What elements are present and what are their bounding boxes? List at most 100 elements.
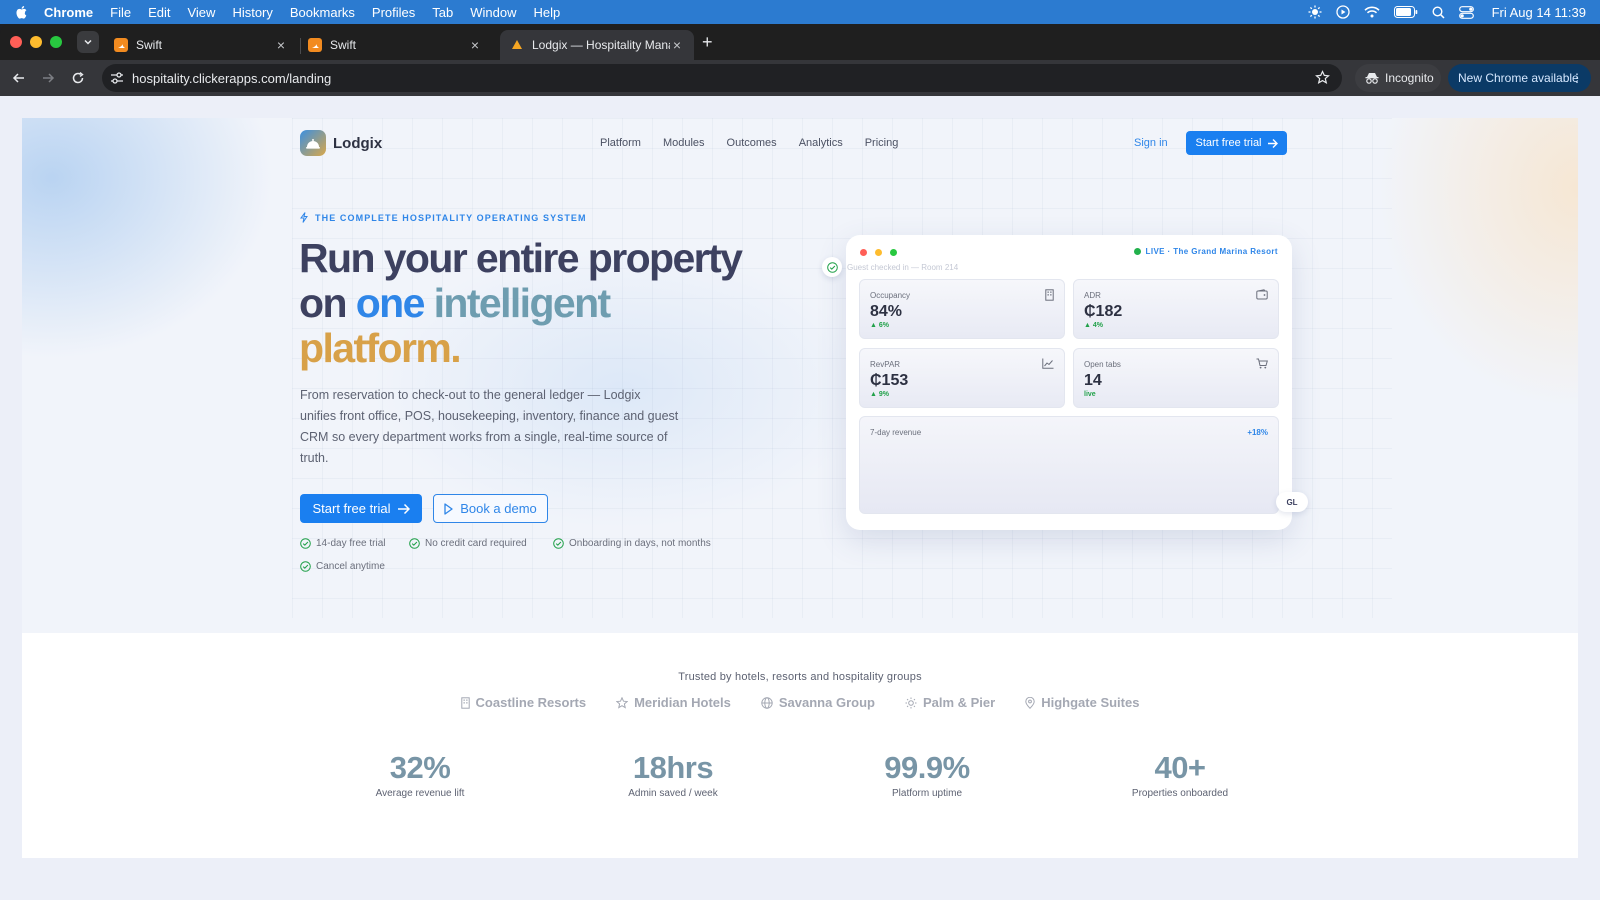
activity-toast: Guest checked in — Room 214 [822,257,958,277]
tab-search-button[interactable] [77,31,99,53]
stat-value: 99.9% [884,750,970,785]
check-circle-icon [822,257,842,277]
brand-name: Coastline Resorts [475,695,587,710]
chevron-down-icon [84,39,92,45]
headline-platform: platform. [299,325,462,371]
browser-tab[interactable]: Swift × [298,30,492,60]
check-circle-icon [409,538,420,549]
nav-link-pricing[interactable]: Pricing [865,137,899,149]
check-circle-icon [300,561,311,572]
stat-label: Admin saved / week [628,788,718,799]
update-chrome-label: New Chrome available [1458,71,1579,85]
swift-favicon-icon [308,38,322,52]
window-minimize-button[interactable] [30,36,42,48]
menu-tab[interactable]: Tab [432,5,453,20]
back-button[interactable] [9,68,29,88]
menu-help[interactable]: Help [534,5,561,20]
hero-eyebrow: THE COMPLETE HOSPITALITY OPERATING SYSTE… [300,212,587,223]
tab-close-icon[interactable]: × [274,37,288,53]
swift-favicon-icon [114,38,128,52]
headline-line-1: Run your entire property [299,235,743,281]
kpi-delta: ▲ 9% [870,391,889,398]
menu-window[interactable]: Window [470,5,516,20]
start-trial-button[interactable]: Start free trial [300,494,422,523]
start-trial-label: Start free trial [312,501,391,516]
sign-in-link[interactable]: Sign in [1134,137,1168,149]
nav-start-trial-button[interactable]: Start free trial [1186,131,1287,155]
menu-bookmarks[interactable]: Bookmarks [290,5,355,20]
brand-logo: Savanna Group [761,695,875,710]
nav-link-platform[interactable]: Platform [600,137,641,149]
perk-item: 14-day free trial [300,538,385,549]
nav-link-analytics[interactable]: Analytics [799,137,843,149]
spotlight-search-icon[interactable] [1432,5,1445,19]
perk-label: Cancel anytime [316,561,385,572]
site-settings-icon[interactable] [110,72,124,84]
update-chrome-button[interactable]: New Chrome available ⋮ [1448,64,1591,92]
kpi-value: ₵182 [1084,303,1123,320]
stat-label: Average revenue lift [375,788,465,799]
menu-view[interactable]: View [187,5,215,20]
menubar-clock[interactable]: Fri Aug 14 11:39 [1492,5,1586,20]
preview-window-dot [890,249,897,256]
stat-value: 40+ [1154,750,1206,785]
kpi-card-revpar: RevPAR ₵153 ▲ 9% [859,348,1065,408]
browser-tab[interactable]: Swift × [104,30,298,60]
window-close-button[interactable] [10,36,22,48]
brand-logo: Palm & Pier [905,695,995,710]
play-circle-icon[interactable] [1335,5,1350,19]
gl-chip: GL [1276,492,1308,512]
new-tab-button[interactable]: + [702,32,713,53]
tab-close-icon[interactable]: × [670,37,684,53]
kpi-delta: ▲ 4% [1084,322,1103,329]
site-nav: Lodgix Platform Modules Outcomes Analyti… [300,130,1287,160]
bookmark-star-icon[interactable] [1315,70,1330,85]
menu-file[interactable]: File [110,5,131,20]
nav-start-trial-label: Start free trial [1195,137,1262,149]
nav-links: Platform Modules Outcomes Analytics Pric… [600,137,898,149]
nav-link-outcomes[interactable]: Outcomes [727,137,777,149]
trust-title: Trusted by hotels, resorts and hospitali… [678,671,922,683]
wallet-icon [1256,289,1268,300]
menu-history[interactable]: History [232,5,272,20]
menu-edit[interactable]: Edit [148,5,170,20]
browser-tab-active[interactable]: Lodgix — Hospitality Manager × [500,30,694,60]
more-menu-icon[interactable]: ⋮ [1571,71,1583,85]
kpi-delta: live [1084,391,1096,398]
brand-name: Highgate Suites [1041,695,1140,710]
kpi-value: 14 [1084,372,1102,389]
brand-logo: Highgate Suites [1025,695,1139,710]
play-icon [444,502,453,515]
perk-label: No credit card required [425,538,527,549]
reload-button[interactable] [68,68,88,88]
brightness-icon[interactable] [1308,5,1322,19]
control-center-icon[interactable] [1458,5,1474,19]
address-bar[interactable]: hospitality.clickerapps.com/landing [102,64,1342,92]
macos-menubar: Chrome File Edit View History Bookmarks … [0,0,1600,24]
perk-label: Onboarding in days, not months [569,538,711,549]
brand-name: Savanna Group [778,695,875,710]
dashboard-preview-card: LIVE · The Grand Marina Resort Guest che… [822,235,1292,530]
wifi-icon[interactable] [1364,6,1380,18]
perk-item: Cancel anytime [300,561,385,572]
battery-icon[interactable] [1393,6,1418,18]
forward-button[interactable] [38,68,58,88]
url-text[interactable]: hospitality.clickerapps.com/landing [132,71,331,86]
window-zoom-button[interactable] [50,36,62,48]
menu-app-name[interactable]: Chrome [44,5,93,20]
nav-link-modules[interactable]: Modules [663,137,705,149]
incognito-badge[interactable]: Incognito [1355,64,1441,92]
tab-close-icon[interactable]: × [468,37,482,53]
live-label: LIVE · The Grand Marina Resort [1145,247,1278,256]
site-logo[interactable]: Lodgix [300,130,382,156]
check-circle-icon [553,538,564,549]
apple-icon[interactable] [14,4,30,20]
star-icon [616,696,629,709]
menu-profiles[interactable]: Profiles [372,5,415,20]
book-demo-button[interactable]: Book a demo [433,494,548,523]
cart-icon [1256,358,1268,369]
kpi-label: ADR [1084,291,1101,300]
headline-intelligent: intelligent [433,280,612,326]
headline-on: on [299,280,356,326]
book-demo-label: Book a demo [460,501,537,516]
